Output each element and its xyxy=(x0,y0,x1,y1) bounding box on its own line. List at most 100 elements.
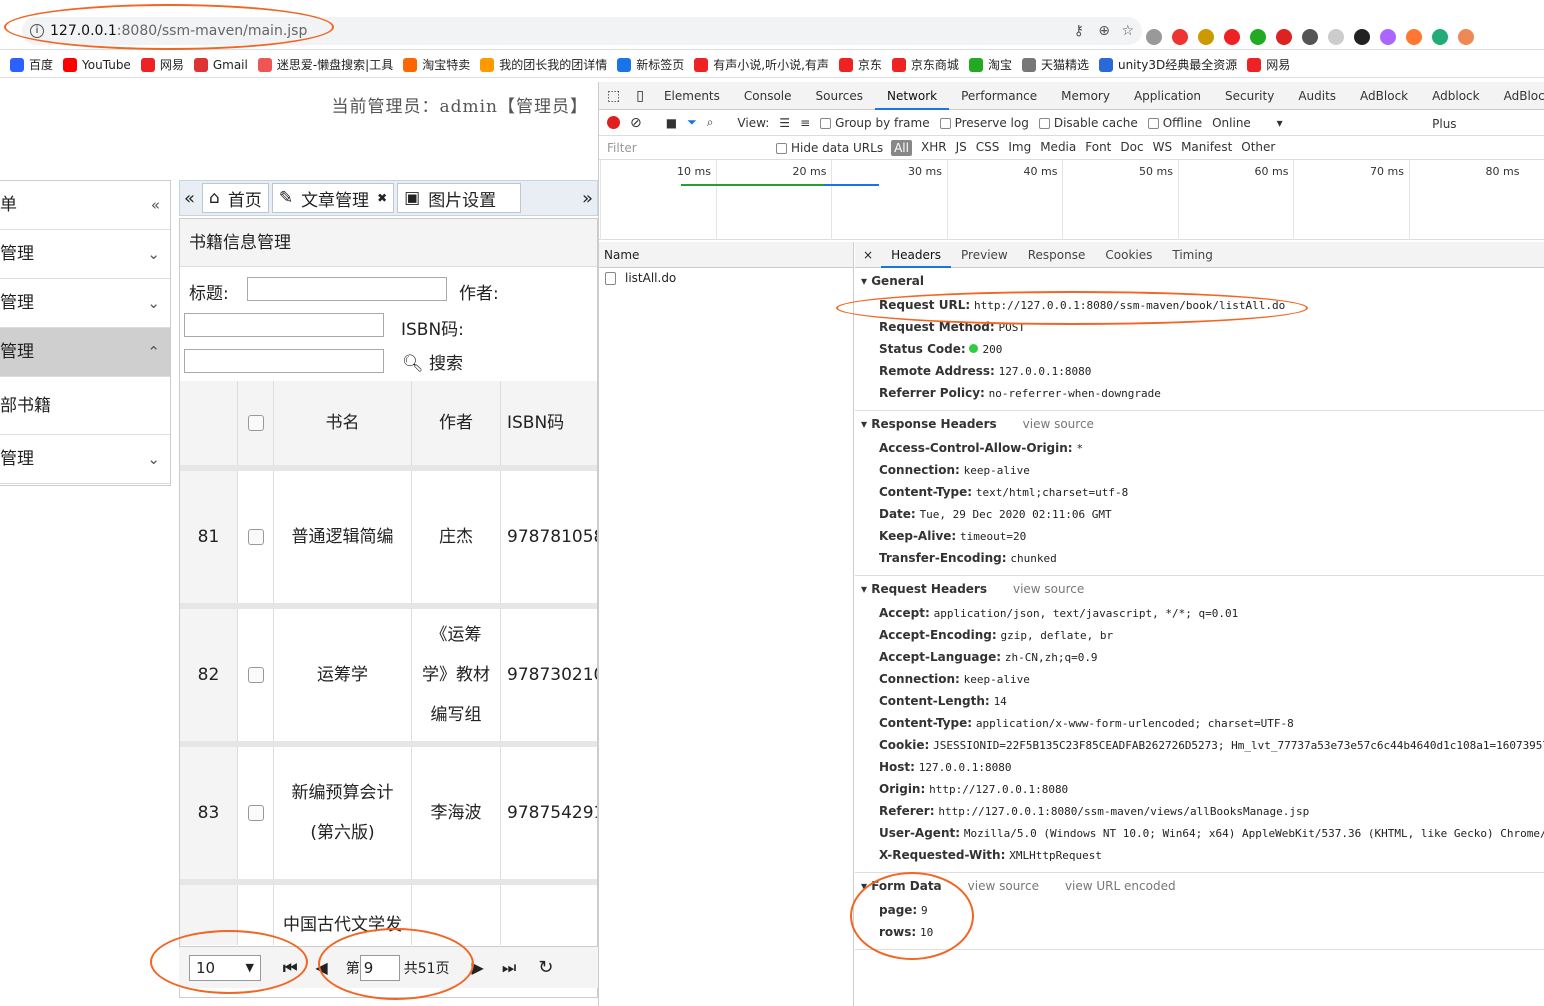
bookmark-item[interactable]: 淘宝 xyxy=(968,56,1012,73)
disable-cache-checkbox[interactable]: Disable cache xyxy=(1038,116,1138,130)
bookmark-item[interactable]: 有声小说,听小说,有声 xyxy=(694,56,829,73)
devtools-tab[interactable]: Console xyxy=(732,82,804,110)
column-header[interactable]: ISBN码 xyxy=(501,381,597,465)
devtools-tab[interactable]: Adblock Plus xyxy=(1420,82,1491,131)
bookmark-item[interactable]: YouTube xyxy=(63,57,131,72)
view-source-link[interactable]: view source xyxy=(968,879,1039,893)
extension-icon[interactable] xyxy=(1250,29,1266,45)
devtools-tab[interactable]: Elements xyxy=(652,82,732,110)
type-filter[interactable]: XHR xyxy=(921,140,947,156)
type-filter[interactable]: Doc xyxy=(1120,140,1143,156)
inspect-icon[interactable]: ⬚ xyxy=(599,88,628,104)
star-icon[interactable]: ☆ xyxy=(1121,17,1134,45)
detail-tab[interactable]: Cookies xyxy=(1095,242,1162,268)
sidebar-item[interactable]: 管理 ⌃ xyxy=(0,328,170,377)
tab-articles[interactable]: ✎ 文章管理 ✖ xyxy=(271,183,395,213)
detail-tab[interactable]: Response xyxy=(1018,242,1096,268)
author-input[interactable] xyxy=(184,313,384,337)
devtools-tab[interactable]: Security xyxy=(1213,82,1286,110)
devtools-tab[interactable]: Application xyxy=(1122,82,1213,110)
tab-home[interactable]: ⌂ 首页 xyxy=(202,183,269,213)
bookmark-item[interactable]: unity3D经典最全资源 xyxy=(1098,56,1237,73)
bookmark-item[interactable]: 百度 xyxy=(10,56,53,73)
sidebar-item[interactable]: 管理 ⌄ xyxy=(0,279,170,328)
type-filter[interactable]: Font xyxy=(1085,140,1111,156)
throttle-select[interactable]: Online ▾ xyxy=(1212,116,1283,130)
bookmark-item[interactable]: 我的团长我的团详情 xyxy=(480,56,607,73)
detail-tab[interactable]: Headers xyxy=(881,242,952,268)
row-checkbox[interactable] xyxy=(247,667,264,683)
type-filter[interactable]: Other xyxy=(1241,140,1275,156)
type-filter[interactable]: All xyxy=(891,139,912,156)
detail-tab[interactable]: Timing xyxy=(1162,242,1223,268)
extension-icon[interactable] xyxy=(1354,29,1370,45)
bookmark-item[interactable]: 京东商城 xyxy=(891,56,959,73)
request-headers-toggle[interactable]: ▾ Request Headers view source xyxy=(861,582,1544,596)
refresh-icon[interactable]: ↻ xyxy=(538,957,553,978)
devtools-tab[interactable]: AdBlock xyxy=(1492,82,1544,110)
key-icon[interactable]: ⚷ xyxy=(1074,17,1084,45)
detail-tab[interactable]: Preview xyxy=(951,242,1018,268)
select-all-checkbox[interactable] xyxy=(247,415,264,431)
type-filter[interactable]: WS xyxy=(1153,140,1172,156)
devtools-tab[interactable]: Performance xyxy=(949,82,1049,110)
table-row[interactable]: 81 普通逻辑简编 庄杰 978781058 xyxy=(180,471,597,609)
table-row[interactable]: 83 新编预算会计(第六版) 李海波 978754291 xyxy=(180,747,597,885)
sidebar-item[interactable]: 部书籍 xyxy=(0,377,170,435)
request-row[interactable]: listAll.do xyxy=(599,268,853,288)
extension-icon[interactable] xyxy=(1172,29,1188,45)
tabs-scroll-right-icon[interactable]: » xyxy=(578,188,597,209)
last-page-icon[interactable]: ⏭ xyxy=(502,958,516,978)
search-icon[interactable]: ⌕ xyxy=(707,115,714,130)
extension-icon[interactable] xyxy=(1146,29,1162,45)
device-icon[interactable]: ▯ xyxy=(628,88,652,104)
zoom-icon[interactable]: ⊕ xyxy=(1098,17,1110,45)
bookmark-item[interactable]: 天猫精选 xyxy=(1021,56,1089,73)
view-source-link[interactable]: view source xyxy=(1013,582,1084,596)
bookmark-item[interactable]: 迷思爱-懒盘搜索|工具 xyxy=(257,56,393,73)
bookmark-item[interactable]: 网易 xyxy=(140,56,184,73)
devtools-tab[interactable]: AdBlock xyxy=(1348,82,1420,110)
tab-images[interactable]: ▣ 图片设置 xyxy=(397,183,522,213)
preserve-log-checkbox[interactable]: Preserve log xyxy=(939,116,1029,130)
extension-icon[interactable] xyxy=(1380,29,1396,45)
type-filter[interactable]: JS xyxy=(956,140,967,156)
type-filter[interactable]: Media xyxy=(1040,140,1076,156)
title-input[interactable] xyxy=(247,277,447,301)
column-header[interactable]: 作者 xyxy=(412,381,501,465)
view-url-encoded-link[interactable]: view URL encoded xyxy=(1065,879,1176,893)
waterfall-view-icon[interactable]: ≡ xyxy=(800,116,810,130)
offline-checkbox[interactable]: Offline xyxy=(1147,116,1202,130)
sidebar-item[interactable]: 管理 ⌄ xyxy=(0,435,170,484)
bookmark-item[interactable]: Gmail xyxy=(193,57,248,72)
filter-input[interactable]: Filter xyxy=(603,138,768,158)
bookmark-item[interactable]: 网易 xyxy=(1247,56,1290,73)
extension-icon[interactable] xyxy=(1302,29,1318,45)
camera-icon[interactable]: ■ xyxy=(666,116,677,130)
extension-icon[interactable] xyxy=(1198,29,1214,45)
table-row[interactable]: 82 运筹学 《运筹学》教材编写组 978730210 xyxy=(180,609,597,747)
bookmark-item[interactable]: 新标签页 xyxy=(617,56,684,73)
extension-icon[interactable] xyxy=(1224,29,1240,45)
bookmark-item[interactable]: 京东 xyxy=(838,56,882,73)
type-filter[interactable]: CSS xyxy=(976,140,1000,156)
devtools-tab[interactable]: Audits xyxy=(1286,82,1348,110)
list-view-icon[interactable]: ☰ xyxy=(779,116,790,130)
general-toggle[interactable]: ▾ General xyxy=(861,274,1544,288)
close-icon[interactable]: × xyxy=(855,248,881,262)
isbn-input[interactable] xyxy=(184,349,384,373)
type-filter[interactable]: Manifest xyxy=(1181,140,1232,156)
response-headers-toggle[interactable]: ▾ Response Headers view source xyxy=(861,417,1544,431)
devtools-tab[interactable]: Sources xyxy=(804,82,875,110)
devtools-tab[interactable]: Network xyxy=(875,82,950,110)
clear-icon[interactable]: ⊘ xyxy=(630,115,642,131)
record-icon[interactable] xyxy=(607,116,620,129)
bookmark-item[interactable]: 淘宝特卖 xyxy=(403,56,470,73)
extension-icon[interactable] xyxy=(1458,29,1474,45)
search-button[interactable]: 🔍︎ 搜索 xyxy=(402,349,463,374)
group-by-frame-checkbox[interactable]: Group by frame xyxy=(820,116,930,130)
tabs-scroll-left-icon[interactable]: « xyxy=(180,188,199,209)
filter-icon[interactable]: ⏷ xyxy=(687,115,697,130)
extension-icon[interactable] xyxy=(1406,29,1422,45)
close-icon[interactable]: ✖ xyxy=(377,191,387,205)
